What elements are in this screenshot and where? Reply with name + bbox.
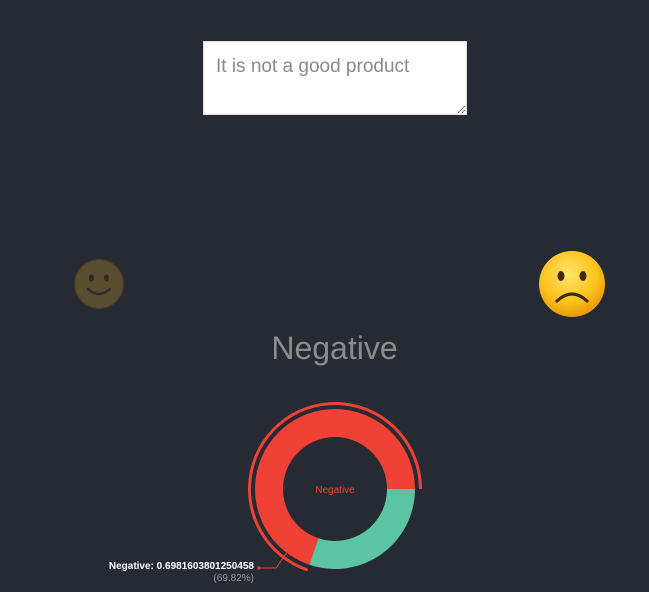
- page: Negative Negative Negative: 0.6981603801…: [0, 0, 649, 592]
- tooltip-percent-text: (69.82%): [213, 573, 254, 584]
- donut-center-label: Negative: [315, 485, 355, 496]
- chart-tooltip: Negative: 0.6981603801250458 (69.82%): [109, 550, 289, 584]
- sentiment-donut-chart: Negative Negative: 0.6981603801250458 (6…: [109, 402, 422, 584]
- tooltip-value-text: Negative: 0.6981603801250458: [109, 561, 255, 572]
- donut-slice-positive[interactable]: [309, 489, 415, 569]
